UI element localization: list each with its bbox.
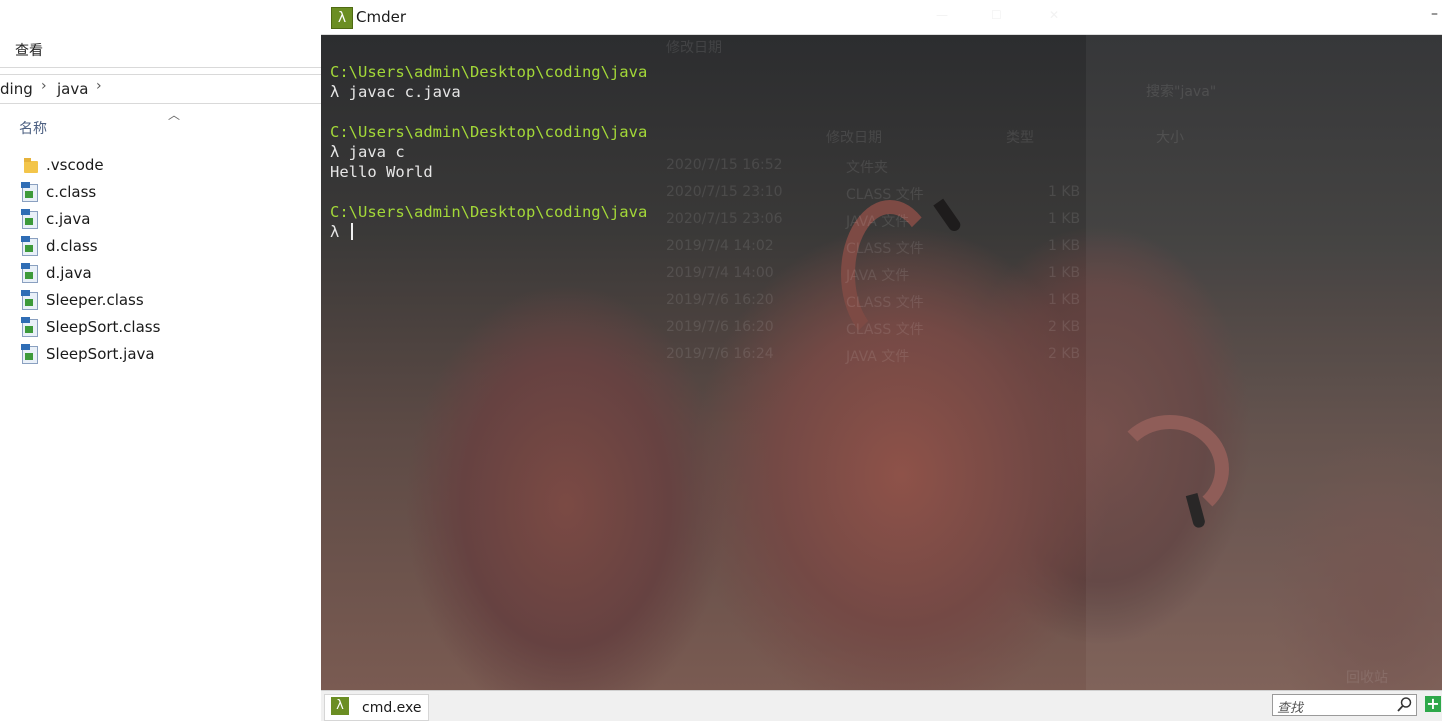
java-file-icon xyxy=(21,344,38,364)
file-explorer-window: 查看 ding › java › ︿ 名称 .vscode c.class c.… xyxy=(0,0,322,720)
ghost-row-date: 2020/7/15 16:52 xyxy=(666,157,783,173)
java-file-icon xyxy=(21,290,38,310)
ghost-header-size: 大小 xyxy=(1156,130,1184,146)
file-row[interactable]: Sleeper.class xyxy=(20,289,300,311)
command-line: λ javac c.java xyxy=(330,83,461,101)
file-name: d.java xyxy=(46,264,92,282)
window-title: Cmder xyxy=(356,8,407,26)
cmder-lambda-icon: λ xyxy=(331,697,349,715)
folder-icon xyxy=(22,156,38,174)
ghost-row-date: 2019/7/6 16:20 xyxy=(666,292,774,308)
chevron-right-icon[interactable]: › xyxy=(41,78,47,94)
ghost-row-size: 2 KB xyxy=(1048,346,1081,362)
file-row[interactable]: SleepSort.java xyxy=(20,343,300,365)
file-row[interactable]: c.class xyxy=(20,181,300,203)
find-input[interactable]: 查找 xyxy=(1272,694,1417,716)
ghost-row-date: 2019/7/6 16:20 xyxy=(666,319,774,335)
file-name: .vscode xyxy=(46,156,104,174)
ghost-row-type: CLASS 文件 xyxy=(846,241,924,257)
ghost-row-type: JAVA 文件 xyxy=(846,349,910,365)
file-row[interactable]: d.class xyxy=(20,235,300,257)
terminal-console[interactable]: 修改日期 类型 大小 搜索"java" 2020/7/15 16:52 文件夹 … xyxy=(321,35,1442,690)
ghost-row-size: 1 KB xyxy=(1048,238,1081,254)
ghost-row-type: CLASS 文件 xyxy=(846,322,924,338)
minimize-icon[interactable]: – xyxy=(1431,6,1438,22)
ghost-row-type: CLASS 文件 xyxy=(846,187,924,203)
cmder-window: λ Cmder — ☐ ✕ – 修改日期 类型 大小 搜索"java" 2020… xyxy=(321,0,1442,721)
file-name: d.class xyxy=(46,237,98,255)
file-row[interactable]: SleepSort.class xyxy=(20,316,300,338)
add-console-button[interactable]: + xyxy=(1425,696,1441,712)
file-name: Sleeper.class xyxy=(46,291,144,309)
ghost-row-date: 2019/7/4 14:00 xyxy=(666,265,774,281)
ghost-header-type: 类型 xyxy=(1006,130,1034,146)
chevron-right-icon[interactable]: › xyxy=(96,78,102,94)
file-row[interactable]: d.java xyxy=(20,262,300,284)
text-cursor xyxy=(350,223,353,240)
address-bar[interactable]: ding › java › xyxy=(0,74,322,104)
prompt-lambda: λ xyxy=(330,223,349,241)
java-file-icon xyxy=(21,236,38,256)
ghost-header-date: 修改日期 xyxy=(826,130,882,146)
maximize-icon[interactable]: ☐ xyxy=(991,8,1002,22)
file-name: c.class xyxy=(46,183,97,201)
java-file-icon xyxy=(21,263,38,283)
ribbon-divider xyxy=(0,67,322,68)
ghost-row-date: 2020/7/15 23:06 xyxy=(666,211,783,227)
close-icon[interactable]: ✕ xyxy=(1049,8,1059,22)
file-name: SleepSort.java xyxy=(46,345,155,363)
breadcrumb-coding[interactable]: ding xyxy=(0,80,33,98)
column-header-name[interactable]: 名称 xyxy=(19,118,47,138)
ghost-row-type: JAVA 文件 xyxy=(846,268,910,284)
ghost-search: 搜索"java" xyxy=(1146,84,1217,100)
ghost-row-size: 1 KB xyxy=(1048,184,1081,200)
console-tab-cmd[interactable]: λ cmd.exe xyxy=(324,694,429,721)
view-menu-tab[interactable]: 查看 xyxy=(15,40,43,60)
minimize-icon[interactable]: — xyxy=(936,8,948,22)
command-line: λ java c xyxy=(330,143,405,161)
java-file-icon xyxy=(21,182,38,202)
find-placeholder: 查找 xyxy=(1277,701,1304,716)
cmder-statusbar: λ cmd.exe 查找 + xyxy=(321,690,1442,721)
ghost-row-size: 2 KB xyxy=(1048,319,1081,335)
ghost-row-size: 1 KB xyxy=(1048,292,1081,308)
tab-label: cmd.exe xyxy=(362,700,422,716)
ghost-row-date: 2019/7/6 16:24 xyxy=(666,346,774,362)
file-row[interactable]: c.java xyxy=(20,208,300,230)
prompt-path: C:\Users\admin\Desktop\coding\java xyxy=(330,123,648,141)
search-icon[interactable] xyxy=(1396,696,1413,713)
ghost-row-type: CLASS 文件 xyxy=(846,295,924,311)
background-window-ghost: 修改日期 类型 大小 搜索"java" 2020/7/15 16:52 文件夹 … xyxy=(666,35,1442,690)
cmder-lambda-icon: λ xyxy=(331,7,353,29)
ghost-row-type: JAVA 文件 xyxy=(846,214,910,230)
ghost-row-size: 1 KB xyxy=(1048,265,1081,281)
breadcrumb-java[interactable]: java xyxy=(57,80,88,98)
cmder-titlebar[interactable]: λ Cmder — ☐ ✕ – xyxy=(321,0,1442,35)
prompt-path: C:\Users\admin\Desktop\coding\java xyxy=(330,203,648,221)
ghost-row-type: 文件夹 xyxy=(846,160,888,176)
prompt-path: C:\Users\admin\Desktop\coding\java xyxy=(330,63,648,81)
java-file-icon xyxy=(21,317,38,337)
ghost-row-date: 2020/7/15 23:10 xyxy=(666,184,783,200)
ghost-recycle-label: 回收站 xyxy=(1346,670,1388,686)
sort-up-chevron-icon: ︿ xyxy=(168,108,181,122)
file-name: SleepSort.class xyxy=(46,318,161,336)
ghost-row-date: 2019/7/4 14:02 xyxy=(666,238,774,254)
file-row[interactable]: .vscode xyxy=(20,154,300,176)
ghost-row-size: 1 KB xyxy=(1048,211,1081,227)
ghost-header-date: 修改日期 xyxy=(666,40,722,56)
flamingo-beak-shape xyxy=(933,198,963,234)
command-output: Hello World xyxy=(330,163,433,181)
java-file-icon xyxy=(21,209,38,229)
active-prompt[interactable]: λ xyxy=(330,223,353,241)
file-name: c.java xyxy=(46,210,91,228)
